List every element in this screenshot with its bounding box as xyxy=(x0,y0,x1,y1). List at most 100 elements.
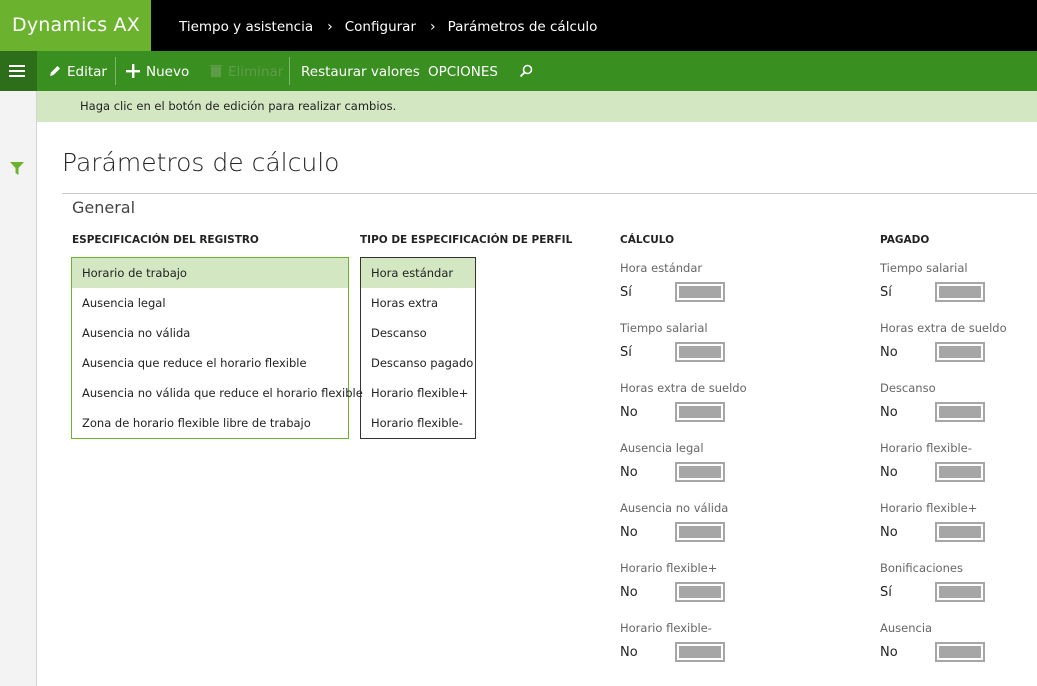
pagado-field-value: No xyxy=(880,525,898,540)
registro-list[interactable]: Horario de trabajo Ausencia legal Ausencia… xyxy=(71,257,363,439)
pencil-icon xyxy=(50,66,60,76)
calculo-toggle-switch[interactable] xyxy=(675,402,725,422)
pagado-toggle-switch[interactable] xyxy=(935,462,985,482)
section-header-general[interactable]: General xyxy=(72,198,135,217)
info-message-bar: Haga clic en el botón de edición para re… xyxy=(37,91,1037,122)
registro-list-item[interactable]: Ausencia que reduce el horario flexible xyxy=(72,348,348,378)
toggle-knob xyxy=(939,346,981,358)
pagado-toggle-switch[interactable] xyxy=(935,342,985,362)
calculo-field-label: Horario flexible- xyxy=(620,621,712,635)
perfil-list-item[interactable]: Horario flexible- xyxy=(361,408,475,438)
calculo-field-value: No xyxy=(620,405,638,420)
perfil-list-item[interactable]: Horas extra xyxy=(361,288,475,318)
new-label: Nuevo xyxy=(146,64,190,80)
calculo-field-value: Sí xyxy=(620,345,632,360)
pagado-field-value: Sí xyxy=(880,585,892,600)
registro-list-item[interactable]: Zona de horario flexible libre de trabaj… xyxy=(72,408,348,438)
registro-list-item[interactable]: Ausencia no válida que reduce el horario… xyxy=(72,378,363,408)
toggle-knob xyxy=(679,646,721,658)
pagado-field-value: No xyxy=(880,405,898,420)
hamburger-menu-button[interactable] xyxy=(0,51,37,91)
calculo-field-value: No xyxy=(620,645,638,660)
toggle-knob xyxy=(939,526,981,538)
left-rail xyxy=(0,91,37,686)
perfil-header: TIPO DE ESPECIFICACIÓN DE PERFIL xyxy=(360,234,573,246)
pagado-field-value: No xyxy=(880,645,898,660)
pagado-field-label: Bonificaciones xyxy=(880,561,963,575)
chevron-right-icon: › xyxy=(430,19,436,35)
calculo-field-label: Ausencia no válida xyxy=(620,501,729,515)
perfil-list-item[interactable]: Descanso xyxy=(361,318,475,348)
pagado-field-value: No xyxy=(880,465,898,480)
calculo-field-label: Hora estándar xyxy=(620,261,703,275)
perfil-list-item[interactable]: Hora estándar xyxy=(361,258,475,288)
pagado-toggle-switch[interactable] xyxy=(935,642,985,662)
plus-icon xyxy=(126,64,140,78)
chevron-right-icon: › xyxy=(327,19,333,35)
calculo-field-value: No xyxy=(620,465,638,480)
breadcrumb-item-setup[interactable]: Configurar xyxy=(345,19,416,35)
pagado-field-label: Ausencia xyxy=(880,621,933,635)
toggle-knob xyxy=(679,286,721,298)
pagado-field-label: Horario flexible- xyxy=(880,441,972,455)
toolbar-divider xyxy=(115,57,116,85)
toggle-knob xyxy=(679,406,721,418)
hamburger-icon xyxy=(9,65,25,67)
options-button[interactable]: OPCIONES xyxy=(428,51,498,91)
toggle-knob xyxy=(939,646,981,658)
search-button[interactable] xyxy=(519,51,533,91)
perfil-list[interactable]: Hora estándar Horas extra Descanso Descanso… xyxy=(360,257,476,439)
toggle-knob xyxy=(679,526,721,538)
hamburger-icon xyxy=(9,70,25,72)
pagado-field-value: Sí xyxy=(880,285,892,300)
calculo-field-label: Ausencia legal xyxy=(620,441,704,455)
delete-button[interactable]: Eliminar xyxy=(210,51,283,91)
registro-list-item[interactable]: Ausencia legal xyxy=(72,288,348,318)
calculo-toggle-switch[interactable] xyxy=(675,282,725,302)
search-icon xyxy=(519,64,533,78)
calculo-toggle-switch[interactable] xyxy=(675,342,725,362)
pagado-toggle-switch[interactable] xyxy=(935,282,985,302)
calculo-field-value: Sí xyxy=(620,285,632,300)
toggle-knob xyxy=(939,286,981,298)
calculo-header: CÁLCULO xyxy=(620,234,674,246)
breadcrumb-item-module[interactable]: Tiempo y asistencia xyxy=(179,19,313,35)
calculo-field-label: Horas extra de sueldo xyxy=(620,381,747,395)
edit-button[interactable]: Editar xyxy=(48,51,107,91)
calculo-toggle-switch[interactable] xyxy=(675,642,725,662)
toggle-knob xyxy=(679,346,721,358)
registro-list-item[interactable]: Ausencia no válida xyxy=(72,318,348,348)
calculo-toggle-switch[interactable] xyxy=(675,462,725,482)
delete-label: Eliminar xyxy=(228,64,284,80)
new-button[interactable]: Nuevo xyxy=(125,51,189,91)
restore-values-button[interactable]: Restaurar valores xyxy=(301,51,420,91)
toggle-knob xyxy=(939,406,981,418)
filter-icon[interactable] xyxy=(10,162,24,175)
pagado-toggle-switch[interactable] xyxy=(935,522,985,542)
pagado-header: PAGADO xyxy=(880,234,930,246)
title-divider xyxy=(62,193,1037,194)
pagado-field-label: Horario flexible+ xyxy=(880,501,978,515)
pagado-toggle-switch[interactable] xyxy=(935,582,985,602)
registro-list-item[interactable]: Horario de trabajo xyxy=(72,258,348,288)
calculo-toggle-switch[interactable] xyxy=(675,582,725,602)
perfil-list-item[interactable]: Descanso pagado xyxy=(361,348,475,378)
calculo-field-label: Tiempo salarial xyxy=(620,321,708,335)
toggle-knob xyxy=(679,466,721,478)
edit-label: Editar xyxy=(67,64,107,80)
action-bar: Editar Nuevo Eliminar Restaurar valores … xyxy=(0,51,1037,91)
toggle-knob xyxy=(679,586,721,598)
registro-header: ESPECIFICACIÓN DEL REGISTRO xyxy=(72,234,259,246)
perfil-list-item[interactable]: Horario flexible+ xyxy=(361,378,475,408)
hamburger-icon xyxy=(9,75,25,77)
toggle-knob xyxy=(939,466,981,478)
pagado-toggle-switch[interactable] xyxy=(935,402,985,422)
trash-icon xyxy=(210,65,222,77)
app-title[interactable]: Dynamics AX xyxy=(0,0,151,51)
top-bar: Dynamics AX Tiempo y asistencia › Configur… xyxy=(0,0,1037,51)
toggle-knob xyxy=(939,586,981,598)
breadcrumb: Tiempo y asistencia › Configurar › Parámetro… xyxy=(179,0,597,51)
pagado-field-label: Horas extra de sueldo xyxy=(880,321,1007,335)
calculo-toggle-switch[interactable] xyxy=(675,522,725,542)
pagado-field-label: Tiempo salarial xyxy=(880,261,968,275)
